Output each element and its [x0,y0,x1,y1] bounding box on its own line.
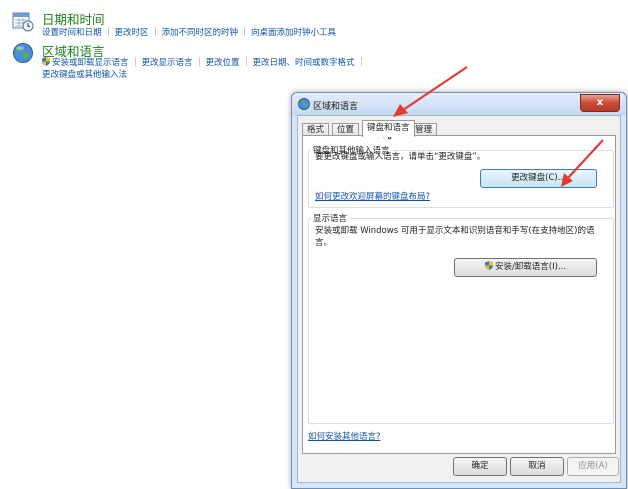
display-language-legend: 显示语言 [313,214,348,224]
region-language-dialog: 区域和语言 x 格式 位置 键盘和语言 管理 键盘和其他输入语言 要更改键盘或输… [291,92,627,489]
install-display-language-link[interactable]: 安装或卸载显示语言 [52,58,129,68]
add-clock-gadget-link[interactable]: 向桌面添加时钟小工具 [251,28,336,38]
dialog-titlebar[interactable]: 区域和语言 x [292,93,626,115]
separator [198,57,200,66]
dialog-title: 区域和语言 [313,102,359,112]
shield-icon [42,57,50,66]
globe-icon[interactable] [12,42,34,64]
change-display-language-link[interactable]: 更改显示语言 [142,58,193,68]
install-uninstall-languages-label: 安装/卸载语言(I)... [494,262,567,272]
date-time-links: 设置时间和日期 更改时区 添加不同时区的时钟 向桌面添加时钟小工具 [42,26,336,38]
change-keyboard-button[interactable]: 更改键盘(C)... [480,169,597,188]
display-language-description: 安装或卸载 Windows 可用于显示文本和识别语音和手写(在支持地区)的语言。 [315,226,595,248]
shield-icon [484,261,493,270]
set-time-date-link[interactable]: 设置时间和日期 [42,28,102,38]
welcome-keyboard-layout-link[interactable]: 如何更改欢迎屏幕的键盘布局? [315,190,430,202]
keyboard-description: 要更改键盘或输入语言，请单击“更改键盘”。 [315,152,486,162]
separator [244,27,246,36]
ok-button[interactable]: 确定 [453,457,507,476]
globe-icon [298,98,310,110]
apply-button[interactable]: 应用(A) [567,457,619,476]
install-other-languages-link[interactable]: 如何安装其他语言? [308,430,381,442]
region-language-links-row2: 更改键盘或其他输入法 [42,68,127,80]
change-formats-link[interactable]: 更改日期、时间或数字格式 [253,58,355,68]
separator [360,57,362,66]
separator [107,27,109,36]
separator [154,27,156,36]
cancel-button[interactable]: 取消 [510,457,564,476]
calendar-clock-icon[interactable] [12,10,34,32]
add-clocks-link[interactable]: 添加不同时区的时钟 [162,28,239,38]
separator [134,57,136,66]
change-timezone-link[interactable]: 更改时区 [115,28,149,38]
dialog-body: 格式 位置 键盘和语言 管理 键盘和其他输入语言 要更改键盘或输入语言，请单击“… [297,115,621,483]
change-location-link[interactable]: 更改位置 [206,58,240,68]
close-button[interactable]: x [580,94,620,112]
tab-keyboard-language[interactable]: 键盘和语言 [362,120,415,137]
change-keyboard-link[interactable]: 更改键盘或其他输入法 [42,70,127,80]
keyboard-language-page: 键盘和其他输入语言 要更改键盘或输入语言，请单击“更改键盘”。 更改键盘(C).… [302,135,616,454]
region-language-links: 安装或卸载显示语言 更改显示语言 更改位置 更改日期、时间或数字格式 [42,56,368,68]
separator [245,57,247,66]
install-uninstall-languages-button[interactable]: 安装/卸载语言(I)... [454,258,597,277]
